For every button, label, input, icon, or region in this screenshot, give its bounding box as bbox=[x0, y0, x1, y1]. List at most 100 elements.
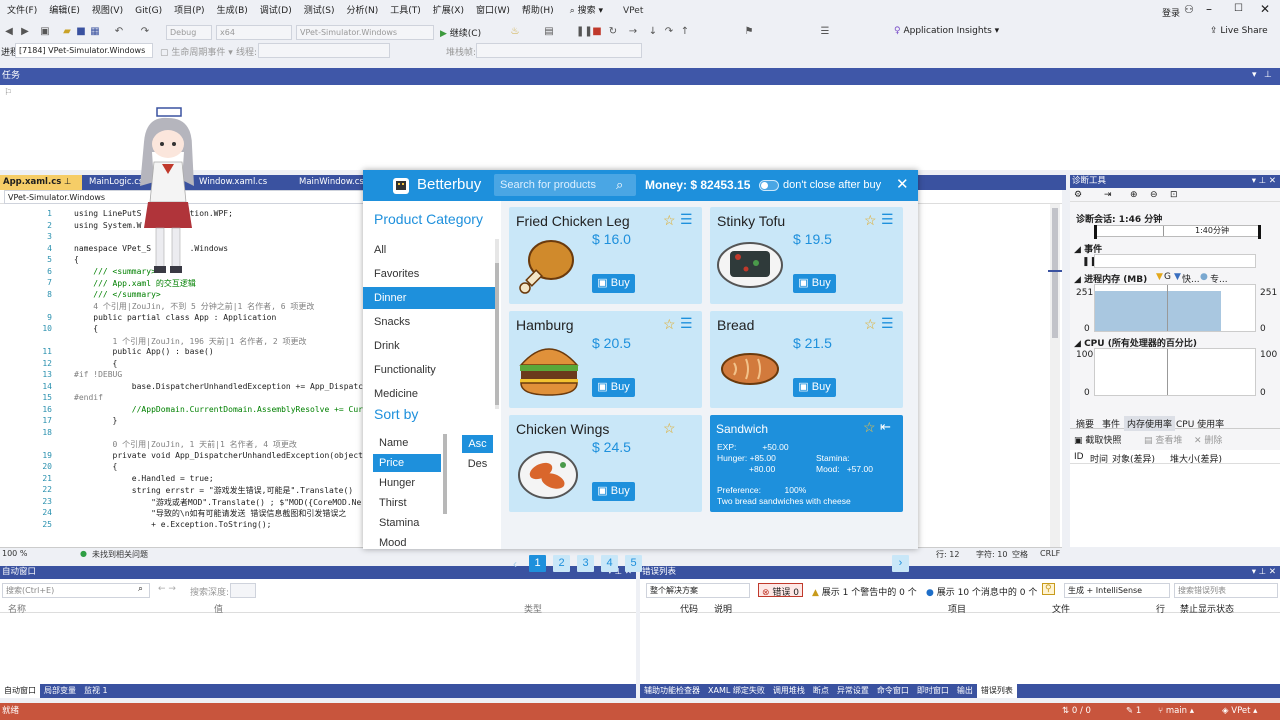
tab-cpu[interactable]: CPU 使用率 bbox=[1176, 417, 1224, 430]
page-1[interactable]: 1 bbox=[529, 555, 546, 572]
platform-select[interactable]: x64 bbox=[216, 25, 292, 40]
flag-icon[interactable]: ⚐ bbox=[4, 88, 12, 98]
tab-window-xaml-cs[interactable]: Window.xaml.cs bbox=[196, 175, 286, 190]
details-menu-icon[interactable]: ☰ bbox=[680, 211, 693, 228]
category-medicine[interactable]: Medicine bbox=[363, 383, 495, 405]
login-link[interactable]: 登录 bbox=[1162, 6, 1180, 19]
issues-status[interactable]: 未找到相关问题 bbox=[92, 549, 148, 560]
col-name[interactable]: 名称 bbox=[8, 602, 26, 615]
product-card-stinky-tofu[interactable]: Stinky Tofu ☆ ☰ $ 19.5 ▣ Buy bbox=[710, 207, 903, 304]
bookmark-list-icon[interactable]: ☰ bbox=[820, 27, 830, 37]
tab-immediate[interactable]: 即时窗口 bbox=[913, 686, 953, 695]
favorite-star-icon[interactable]: ☆ bbox=[663, 212, 676, 229]
menu-help[interactable]: 帮助(H) bbox=[519, 0, 557, 22]
redo-icon[interactable]: ↷ bbox=[140, 27, 150, 37]
repo-selector[interactable]: ◈ VPet ▴ bbox=[1222, 703, 1257, 720]
minimize-icon[interactable]: – bbox=[1206, 2, 1212, 16]
zoom-in-icon[interactable]: ⊕ bbox=[1130, 190, 1138, 200]
back-icon[interactable]: ← → bbox=[158, 584, 176, 594]
menu-debug[interactable]: 调试(D) bbox=[257, 0, 295, 22]
menu-tools[interactable]: 工具(T) bbox=[387, 0, 424, 22]
sort-stamina[interactable]: Stamina bbox=[373, 514, 441, 532]
tab-summary[interactable]: 摘要 bbox=[1076, 417, 1094, 430]
sort-scrollbar[interactable] bbox=[443, 434, 447, 514]
favorite-star-icon[interactable]: ☆ bbox=[864, 212, 877, 229]
search-icon[interactable]: ⌕ bbox=[616, 177, 623, 193]
save-icon[interactable]: ■ bbox=[76, 27, 86, 37]
page-5[interactable]: 5 bbox=[625, 555, 642, 572]
tab-call-stack[interactable]: 调用堆栈 bbox=[769, 686, 809, 695]
product-search-input[interactable]: Search for products ⌕ bbox=[494, 174, 636, 196]
product-card-chicken-wings[interactable]: Chicken Wings ☆ $ 24.5 ▣ Buy bbox=[509, 415, 702, 512]
view-heap-button[interactable]: ▤ 查看堆 bbox=[1144, 433, 1182, 446]
config-select[interactable]: Debug bbox=[166, 25, 212, 40]
search-depth-select[interactable] bbox=[230, 583, 256, 598]
prev-page-icon[interactable]: ‹ bbox=[513, 557, 517, 571]
tab-output[interactable]: 输出 bbox=[953, 686, 977, 695]
mascot-character[interactable] bbox=[132, 106, 202, 278]
col-value[interactable]: 值 bbox=[214, 602, 223, 615]
page-3[interactable]: 3 bbox=[577, 555, 594, 572]
menu-file[interactable]: 文件(F) bbox=[4, 0, 40, 22]
sort-hunger[interactable]: Hunger bbox=[373, 474, 441, 492]
commits-indicator[interactable]: ✎ 1 bbox=[1126, 703, 1141, 720]
category-functionality[interactable]: Functionality bbox=[363, 359, 495, 381]
messages-filter-button[interactable]: ● 展示 10 个消息中的 0 个 bbox=[926, 585, 1037, 598]
tab-memory[interactable]: 内存使用率 bbox=[1124, 416, 1176, 431]
product-card-hamburg[interactable]: Hamburg ☆ ☰ $ 20.5 ▣ Buy bbox=[509, 311, 702, 408]
live-share-button[interactable]: ⇪ Live Share bbox=[1210, 26, 1268, 36]
stop-icon[interactable]: ■ bbox=[592, 27, 602, 37]
step-into-icon[interactable]: ↓ bbox=[648, 27, 658, 37]
menu-window[interactable]: 窗口(W) bbox=[473, 0, 513, 22]
col-description[interactable]: 说明 bbox=[714, 602, 732, 615]
pause-icon[interactable]: ❚❚ bbox=[576, 27, 593, 37]
sort-mood[interactable]: Mood bbox=[373, 534, 441, 549]
insights-button[interactable]: ♀ Application Insights ▾ bbox=[894, 26, 999, 36]
tab-accessibility[interactable]: 辅助功能检查器 bbox=[640, 686, 704, 695]
favorite-star-icon[interactable]: ☆ bbox=[863, 419, 876, 436]
sort-price[interactable]: Price bbox=[373, 454, 441, 472]
col-suppression[interactable]: 禁止显示状态 bbox=[1180, 602, 1234, 615]
cpu-chart[interactable] bbox=[1094, 348, 1256, 396]
sort-thirst[interactable]: Thirst bbox=[373, 494, 441, 512]
page-2[interactable]: 2 bbox=[553, 555, 570, 572]
warnings-filter-button[interactable]: ▲ 展示 1 个警告中的 0 个 bbox=[812, 585, 917, 598]
details-menu-icon[interactable]: ☰ bbox=[680, 315, 693, 332]
process-select[interactable]: [7184] VPet-Simulator.Windows bbox=[15, 43, 153, 58]
step-over-icon[interactable]: ↷ bbox=[664, 27, 674, 37]
search-icon[interactable]: ⌕ bbox=[138, 584, 143, 594]
next-page-icon[interactable]: › bbox=[892, 555, 909, 572]
tab-app-xaml-cs[interactable]: App.xaml.cs ⊥ ✕ bbox=[0, 175, 82, 202]
close-icon[interactable]: ✕ bbox=[896, 175, 909, 193]
col-project[interactable]: 项目 bbox=[948, 602, 966, 615]
settings-icon[interactable]: ⚙ bbox=[1074, 190, 1082, 200]
editor-scrollbar[interactable] bbox=[1050, 204, 1060, 547]
details-menu-icon[interactable]: ☰ bbox=[881, 211, 894, 228]
menu-project[interactable]: 项目(P) bbox=[171, 0, 207, 22]
scope-select[interactable]: 整个解决方案 bbox=[646, 583, 750, 598]
collapse-details-icon[interactable]: ⇤ bbox=[880, 419, 891, 435]
favorite-star-icon[interactable]: ☆ bbox=[864, 316, 877, 333]
scrollbar-thumb[interactable] bbox=[1052, 208, 1058, 338]
tab-events[interactable]: 事件 bbox=[1102, 417, 1120, 430]
bookmark-icon[interactable]: ⚑ bbox=[744, 27, 754, 37]
menu-git[interactable]: Git(G) bbox=[132, 0, 165, 22]
new-project-icon[interactable]: ▣ bbox=[40, 27, 50, 37]
buy-button[interactable]: ▣ Buy bbox=[793, 274, 836, 293]
tab-xaml-binding[interactable]: XAML 绑定失败 bbox=[704, 686, 769, 695]
thread-select[interactable] bbox=[258, 43, 390, 58]
stackframe-select[interactable] bbox=[476, 43, 642, 58]
product-card-bread[interactable]: Bread ☆ ☰ $ 21.5 ▣ Buy bbox=[710, 311, 903, 408]
reset-zoom-icon[interactable]: ⊡ bbox=[1170, 190, 1178, 200]
category-snacks[interactable]: Snacks bbox=[363, 311, 495, 333]
filter-icon[interactable]: ⚲ bbox=[1042, 583, 1055, 595]
save-all-icon[interactable]: ▦ bbox=[90, 27, 100, 37]
zoom-level[interactable]: 100 % bbox=[2, 549, 27, 558]
tab-error-list[interactable]: 错误列表 bbox=[976, 684, 1017, 698]
errors-filter-button[interactable]: ⊗ 错误 0 bbox=[758, 583, 804, 598]
tab-exception-settings[interactable]: 异常设置 bbox=[833, 686, 873, 695]
tab-breakpoints[interactable]: 断点 bbox=[809, 686, 833, 695]
take-snapshot-button[interactable]: ▣ 截取快照 bbox=[1074, 433, 1121, 446]
menu-build[interactable]: 生成(B) bbox=[214, 0, 251, 22]
panel-dropdown-icon[interactable]: ▾ bbox=[1252, 70, 1257, 80]
